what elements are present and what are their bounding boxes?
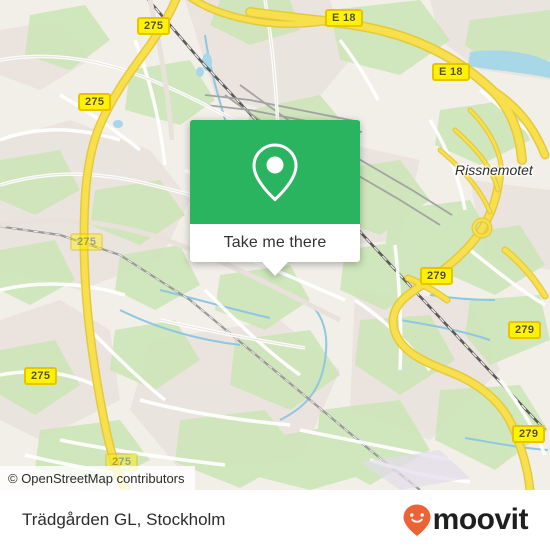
road-shield: 275 [24, 367, 58, 385]
footer-bar: Trädgården GL, Stockholm moovit [0, 490, 550, 550]
road-shield: E 18 [432, 63, 470, 81]
take-me-there-label: Take me there [223, 234, 327, 251]
callout-action-bar[interactable]: Take me there [190, 224, 360, 276]
moovit-logo[interactable]: moovit [402, 503, 529, 537]
map-attribution[interactable]: © OpenStreetMap contributors [0, 466, 195, 490]
destination-callout[interactable]: Take me there [190, 120, 360, 276]
road-shield: 279 [508, 321, 542, 339]
moovit-wordmark: moovit [432, 503, 529, 536]
road-shield: 275 [70, 233, 104, 251]
map-screen: 275 275 275 275 275 E 18 E 18 279 279 279 Rissnem… [0, 0, 550, 550]
road-shield: 275 [78, 93, 112, 111]
road-shield: 275 [137, 17, 171, 35]
road-shield: 279 [420, 267, 454, 285]
callout-pin-area [190, 120, 360, 224]
attribution-text: © OpenStreetMap contributors [8, 470, 185, 486]
moovit-pin-icon [403, 504, 431, 536]
road-shield: E 18 [325, 9, 363, 27]
map-canvas[interactable]: 275 275 275 275 275 E 18 E 18 279 279 279 Rissnem… [0, 0, 550, 490]
location-title: Trädgården GL, Stockholm [22, 510, 226, 529]
callout-tail [262, 262, 288, 276]
road-shield: 279 [512, 425, 546, 443]
map-pin-icon [252, 143, 298, 202]
place-label: Rissnemotet [455, 162, 533, 178]
